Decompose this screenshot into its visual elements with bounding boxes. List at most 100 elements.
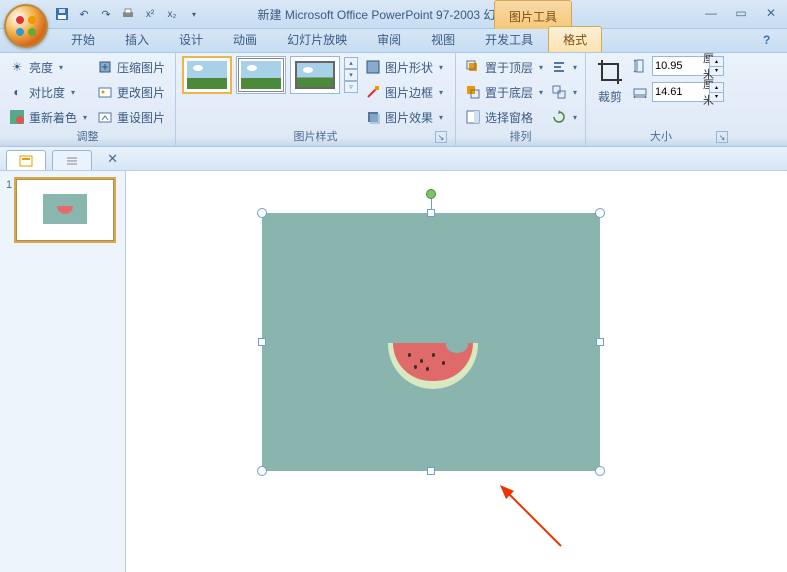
group-styles-label: 图片样式↘ [182, 128, 449, 144]
close-button[interactable]: ✕ [761, 4, 781, 22]
slide-number: 1 [6, 179, 12, 241]
contrast-icon: ◐ [9, 84, 25, 100]
outline-tab[interactable] [52, 150, 92, 170]
recolor-button[interactable]: 重新着色▾ [6, 106, 90, 128]
minimize-button[interactable]: — [701, 4, 721, 22]
slide [176, 179, 787, 572]
recolor-icon [9, 109, 25, 125]
rotate-handle[interactable] [426, 189, 436, 199]
styles-dialog-launcher[interactable]: ↘ [435, 131, 447, 143]
align-icon [551, 59, 567, 75]
bring-front-button[interactable]: 置于顶层▾ [462, 56, 546, 78]
style-thumb-3[interactable] [290, 56, 340, 94]
tab-format[interactable]: 格式 [548, 26, 602, 52]
help-icon[interactable]: ? [763, 33, 779, 49]
selection-pane-button[interactable]: 选择窗格 [462, 106, 546, 128]
group-arrange-label: 排列 [462, 128, 579, 144]
qat-dropdown-icon[interactable]: ▾ [186, 6, 202, 22]
group-icon [551, 84, 567, 100]
height-icon [632, 58, 648, 74]
save-icon[interactable] [54, 6, 70, 22]
thumbnail-pane: 1 [0, 171, 126, 572]
reset-picture-button[interactable]: 重设图片 [94, 106, 168, 128]
window-title: 新建 Microsoft Office PowerPoint 97-2003 幻… [258, 6, 530, 23]
tab-insert[interactable]: 插入 [110, 26, 164, 52]
crop-button[interactable]: 裁剪 [592, 56, 628, 107]
width-icon [632, 84, 648, 100]
reset-icon [97, 109, 113, 125]
send-back-icon [465, 84, 481, 100]
handle-se[interactable] [595, 466, 605, 476]
group-button[interactable]: ▾ [550, 81, 578, 103]
width-up-icon[interactable]: ▴ [709, 83, 723, 93]
selpane-label: 选择窗格 [485, 109, 533, 126]
handle-w[interactable] [258, 338, 266, 346]
selected-image[interactable] [262, 213, 600, 471]
group-size: 裁剪 厘米 ▴▾ 厘米 ▴▾ 大小↘ [586, 53, 736, 146]
maximize-button[interactable]: ▭ [731, 4, 751, 22]
rotate-icon [551, 109, 567, 125]
tab-view[interactable]: 视图 [416, 26, 470, 52]
subscript-icon[interactable]: x₂ [164, 6, 180, 22]
print-icon[interactable] [120, 6, 136, 22]
workspace: 1 [0, 171, 787, 572]
tab-slideshow[interactable]: 幻灯片放映 [272, 26, 362, 52]
picture-border-icon [365, 84, 381, 100]
contrast-button[interactable]: ◐对比度▾ [6, 81, 90, 103]
contextual-tab-label: 图片工具 [494, 0, 572, 29]
height-input[interactable] [653, 60, 703, 72]
tab-animation[interactable]: 动画 [218, 26, 272, 52]
align-button[interactable]: ▾ [550, 56, 578, 78]
office-button[interactable] [4, 4, 48, 48]
handle-e[interactable] [596, 338, 604, 346]
handle-nw[interactable] [257, 208, 267, 218]
undo-icon[interactable]: ↶ [76, 6, 92, 22]
superscript-icon[interactable]: x² [142, 6, 158, 22]
selection-pane-icon [465, 109, 481, 125]
picture-effects-button[interactable]: 图片效果▾ [362, 106, 446, 128]
slides-tab[interactable] [6, 150, 46, 170]
pane-close-icon[interactable]: ✕ [107, 151, 118, 167]
ribbon: ☀亮度▾ ◐对比度▾ 重新着色▾ 压缩图片 更改图片 重设图片 调整 ▴ ▾ ▿ [0, 53, 787, 147]
redo-icon[interactable]: ↷ [98, 6, 114, 22]
picture-border-button[interactable]: 图片边框▾ [362, 81, 446, 103]
width-down-icon[interactable]: ▾ [709, 93, 723, 102]
brightness-button[interactable]: ☀亮度▾ [6, 56, 90, 78]
ribbon-tabs: 开始 插入 设计 动画 幻灯片放映 审阅 视图 开发工具 格式 ? [0, 29, 787, 53]
reset-label: 重设图片 [117, 109, 165, 126]
tab-design[interactable]: 设计 [164, 26, 218, 52]
picture-shape-icon [365, 59, 381, 75]
size-dialog-launcher[interactable]: ↘ [716, 131, 728, 143]
slide-canvas[interactable] [126, 171, 787, 572]
style-thumb-2[interactable] [236, 56, 286, 94]
tab-home[interactable]: 开始 [56, 26, 110, 52]
gallery-up-icon[interactable]: ▴ [344, 57, 358, 69]
rotate-button[interactable]: ▾ [550, 106, 578, 128]
gallery-down-icon[interactable]: ▾ [344, 69, 358, 81]
brightness-label: 亮度 [29, 59, 53, 76]
effects-label: 图片效果 [385, 109, 433, 126]
handle-ne[interactable] [595, 208, 605, 218]
slide-thumbnail-1[interactable] [16, 179, 114, 241]
gallery-more-icon[interactable]: ▿ [344, 81, 358, 93]
compress-button[interactable]: 压缩图片 [94, 56, 168, 78]
handle-sw[interactable] [257, 466, 267, 476]
height-down-icon[interactable]: ▾ [709, 67, 723, 76]
handle-n[interactable] [427, 209, 435, 217]
height-up-icon[interactable]: ▴ [709, 57, 723, 67]
style-thumb-1[interactable] [182, 56, 232, 94]
handle-s[interactable] [427, 467, 435, 475]
group-styles: ▴ ▾ ▿ 图片形状▾ 图片边框▾ 图片效果▾ 图片样式↘ [176, 53, 456, 146]
change-picture-button[interactable]: 更改图片 [94, 81, 168, 103]
back-label: 置于底层 [485, 84, 533, 101]
height-spinner[interactable]: 厘米 ▴▾ [652, 56, 724, 76]
shape-label: 图片形状 [385, 59, 433, 76]
width-spinner[interactable]: 厘米 ▴▾ [652, 82, 724, 102]
picture-shape-button[interactable]: 图片形状▾ [362, 56, 446, 78]
send-back-button[interactable]: 置于底层▾ [462, 81, 546, 103]
width-input[interactable] [653, 86, 703, 98]
tab-developer[interactable]: 开发工具 [470, 26, 548, 52]
crop-label: 裁剪 [598, 88, 622, 105]
tab-review[interactable]: 审阅 [362, 26, 416, 52]
contrast-label: 对比度 [29, 84, 65, 101]
